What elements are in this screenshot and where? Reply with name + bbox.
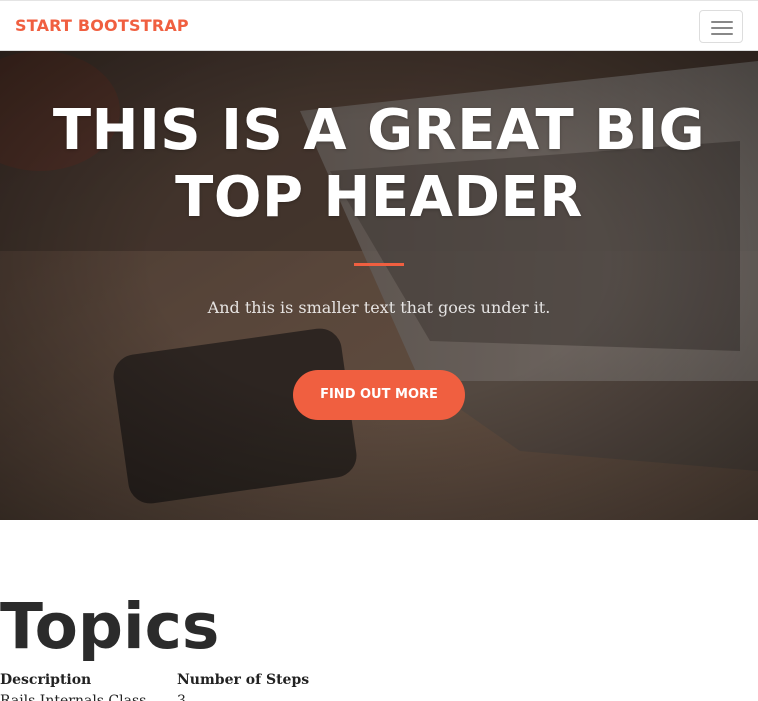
hero-subtitle: And this is smaller text that goes under… — [207, 298, 551, 317]
column-header-number-of-steps: Number of Steps — [177, 672, 310, 688]
navbar-toggle-button[interactable] — [699, 10, 743, 43]
hero-title: THIS IS A GREAT BIG TOP HEADER — [52, 98, 706, 230]
table-cell-steps: 3 — [177, 693, 186, 701]
column-header-description: Description — [0, 672, 92, 688]
table-cell-description[interactable]: Rails Internals Class — [0, 693, 146, 701]
hero-section: THIS IS A GREAT BIG TOP HEADER And this … — [0, 51, 758, 520]
brand-link[interactable]: START BOOTSTRAP — [15, 16, 189, 35]
find-out-more-button[interactable]: FIND OUT MORE — [293, 370, 465, 420]
hero-divider — [354, 263, 404, 266]
topics-heading: Topics — [0, 590, 220, 663]
navbar: START BOOTSTRAP — [0, 0, 758, 51]
hero-content: THIS IS A GREAT BIG TOP HEADER And this … — [0, 51, 758, 520]
